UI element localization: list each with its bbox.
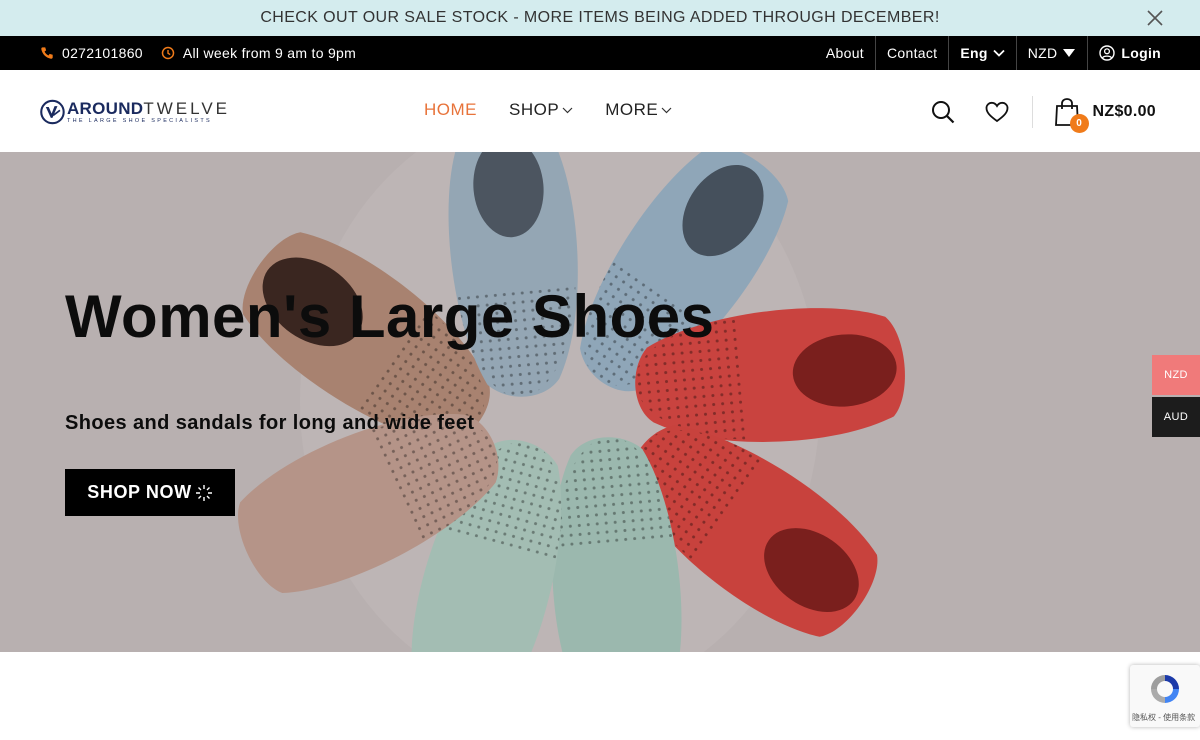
cart-total: NZ$0.00: [1092, 103, 1156, 120]
about-link[interactable]: About: [815, 36, 875, 70]
currency-nzd-button[interactable]: NZD: [1152, 355, 1200, 395]
shop-now-button[interactable]: SHOP NOW: [65, 469, 235, 516]
hero-shoes-image: [0, 152, 1200, 652]
contact-link[interactable]: Contact: [875, 36, 948, 70]
header-divider: [1031, 96, 1033, 128]
user-icon: [1099, 45, 1116, 61]
caret-down-icon: [1063, 49, 1076, 57]
language-label: Eng: [960, 45, 988, 61]
recaptcha-badge[interactable]: 隐私权 - 使用条款: [1130, 665, 1200, 727]
hero-banner: Women's Large Shoes Shoes and sandals fo…: [0, 152, 1200, 652]
announcement-bar: CHECK OUT OUR SALE STOCK - MORE ITEMS BE…: [0, 0, 1200, 36]
phone-contact[interactable]: 0272101860: [40, 45, 143, 61]
chevron-down-icon: [661, 107, 672, 113]
language-dropdown[interactable]: Eng: [948, 36, 1015, 70]
login-label: Login: [1121, 45, 1161, 61]
site-logo[interactable]: AROUNDTWELVE THE LARGE SHOE SPECIALISTS: [40, 96, 230, 128]
hero-title: Women's Large Shoes: [65, 283, 715, 350]
hero-subtitle: Shoes and sandals for long and wide feet: [65, 412, 475, 434]
main-nav: HOME SHOP MORE: [424, 100, 672, 120]
close-icon[interactable]: [1146, 9, 1164, 27]
recaptcha-icon: [1151, 675, 1179, 703]
announcement-text: CHECK OUT OUR SALE STOCK - MORE ITEMS BE…: [260, 9, 940, 26]
login-link[interactable]: Login: [1087, 36, 1172, 70]
wishlist-heart-icon[interactable]: [984, 99, 1010, 125]
nav-shop[interactable]: SHOP: [509, 100, 573, 120]
chevron-down-icon: [562, 107, 573, 113]
search-icon[interactable]: [930, 99, 956, 125]
opening-hours: All week from 9 am to 9pm: [161, 45, 356, 61]
logo-wordmark: AROUNDTWELVE: [66, 99, 230, 118]
sparkle-icon: [195, 484, 212, 501]
main-header: AROUNDTWELVE THE LARGE SHOE SPECIALISTS …: [0, 70, 1200, 152]
currency-dropdown[interactable]: NZD: [1015, 36, 1088, 70]
hours-text: All week from 9 am to 9pm: [182, 45, 357, 61]
logo-tagline: THE LARGE SHOE SPECIALISTS: [66, 118, 213, 124]
phone-icon: [41, 47, 53, 59]
clock-icon: [161, 46, 175, 60]
logo-mark-icon: [40, 99, 65, 125]
top-info-bar: 0272101860 All week from 9 am to 9pm Abo…: [0, 36, 1200, 70]
nav-more[interactable]: MORE: [605, 100, 672, 120]
cart-count-badge: 0: [1069, 114, 1089, 133]
currency-aud-button[interactable]: AUD: [1152, 397, 1200, 437]
currency-label: NZD: [1027, 45, 1058, 61]
nav-home[interactable]: HOME: [424, 100, 477, 120]
phone-number: 0272101860: [62, 45, 143, 61]
chevron-down-icon: [993, 49, 1005, 57]
recaptcha-text: 隐私权 - 使用条款: [1132, 713, 1196, 722]
cart-button[interactable]: 0 NZ$0.00: [1053, 97, 1156, 133]
